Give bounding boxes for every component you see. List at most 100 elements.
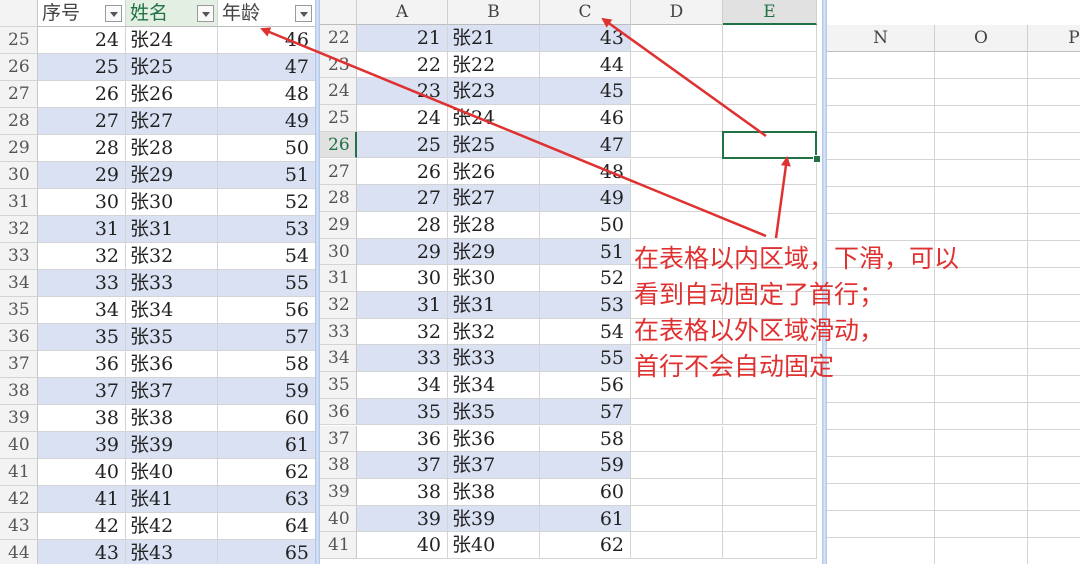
cell-b[interactable]: 张31	[448, 292, 540, 319]
cell-d[interactable]	[631, 505, 723, 533]
cell-b[interactable]: 张34	[448, 372, 540, 399]
cell-b[interactable]: 张39	[448, 505, 540, 533]
cell-b[interactable]: 张29	[448, 238, 540, 266]
cell-name[interactable]: 张27	[126, 108, 218, 135]
cell-name[interactable]: 张25	[126, 54, 218, 81]
cell-seq[interactable]: 40	[38, 459, 126, 486]
cell-name[interactable]: 张41	[126, 486, 218, 513]
column-header-corner[interactable]	[320, 0, 357, 25]
cell-c[interactable]: 48	[540, 158, 631, 186]
cell-e[interactable]	[723, 505, 817, 533]
cell-d[interactable]	[631, 211, 723, 239]
row-number[interactable]: 34	[320, 345, 357, 373]
fill-handle[interactable]	[813, 154, 821, 163]
cell-c[interactable]: 49	[540, 185, 631, 212]
cell-name[interactable]: 张38	[126, 405, 218, 432]
empty-cell[interactable]	[827, 214, 935, 241]
filter-dropdown-seq-header[interactable]	[105, 5, 122, 22]
cell-a[interactable]: 36	[357, 425, 448, 453]
cell-a[interactable]: 27	[357, 185, 448, 212]
empty-cell[interactable]	[1028, 160, 1080, 187]
cell-c[interactable]: 60	[540, 478, 631, 506]
empty-cell[interactable]	[935, 52, 1028, 79]
row-number[interactable]: 32	[320, 292, 357, 319]
empty-cell[interactable]	[1028, 268, 1080, 295]
cell-name[interactable]: 张35	[126, 324, 218, 351]
row-number[interactable]: 36	[0, 324, 38, 351]
empty-cell[interactable]	[1028, 484, 1080, 511]
cell-d[interactable]	[631, 158, 723, 186]
cell-e[interactable]	[723, 158, 817, 186]
cell-c[interactable]: 61	[540, 505, 631, 533]
row-number[interactable]: 42	[0, 486, 38, 513]
row-number[interactable]: 27	[320, 158, 357, 186]
empty-cell[interactable]	[1028, 349, 1080, 376]
cell-age[interactable]: 56	[218, 297, 316, 324]
row-number[interactable]: 31	[320, 265, 357, 292]
empty-cell[interactable]	[935, 538, 1028, 564]
row-number[interactable]: 33	[0, 243, 38, 270]
cell-c[interactable]: 46	[540, 105, 631, 132]
empty-cell[interactable]	[827, 538, 935, 564]
empty-cell[interactable]	[935, 160, 1028, 187]
cell-e[interactable]	[723, 25, 817, 52]
cell-d[interactable]	[631, 25, 723, 52]
column-header-a[interactable]: A	[357, 0, 448, 25]
row-number[interactable]: 26	[0, 54, 38, 81]
cell-seq[interactable]: 43	[38, 540, 126, 564]
empty-cell[interactable]	[935, 430, 1028, 457]
cell-c[interactable]: 44	[540, 51, 631, 79]
cell-c[interactable]: 50	[540, 211, 631, 239]
empty-cell[interactable]	[827, 160, 935, 187]
cell-b[interactable]: 张23	[448, 78, 540, 106]
cell-c[interactable]: 54	[540, 318, 631, 346]
cell-age[interactable]: 62	[218, 459, 316, 486]
cell-b[interactable]: 张36	[448, 425, 540, 453]
empty-cell[interactable]	[935, 403, 1028, 430]
empty-cell[interactable]	[1028, 376, 1080, 403]
cell-e[interactable]	[723, 211, 817, 239]
row-number[interactable]: 37	[0, 351, 38, 378]
cell-c[interactable]: 47	[540, 131, 631, 159]
cell-name[interactable]: 张43	[126, 540, 218, 564]
cell-c[interactable]: 62	[540, 532, 631, 559]
cell-seq[interactable]: 33	[38, 270, 126, 297]
cell-a[interactable]: 31	[357, 292, 448, 319]
cell-name[interactable]: 张32	[126, 243, 218, 270]
cell-b[interactable]: 张37	[448, 452, 540, 479]
cell-age[interactable]: 65	[218, 540, 316, 564]
cell-a[interactable]: 39	[357, 505, 448, 533]
row-number[interactable]: 26	[320, 131, 357, 159]
cell-seq[interactable]: 35	[38, 324, 126, 351]
empty-cell[interactable]	[1028, 133, 1080, 160]
column-header-p[interactable]: P	[1028, 25, 1080, 52]
cell-d[interactable]	[631, 398, 723, 426]
cell-age[interactable]: 50	[218, 135, 316, 162]
empty-cell[interactable]	[1028, 511, 1080, 538]
cell-age[interactable]: 53	[218, 216, 316, 243]
empty-cell[interactable]	[827, 403, 935, 430]
cell-seq[interactable]: 28	[38, 135, 126, 162]
cell-e[interactable]	[723, 398, 817, 426]
cell-d[interactable]	[631, 452, 723, 479]
row-number[interactable]: 22	[320, 25, 357, 52]
cell-a[interactable]: 30	[357, 265, 448, 292]
cell-c[interactable]: 43	[540, 25, 631, 52]
cell-a[interactable]: 22	[357, 51, 448, 79]
cell-name[interactable]: 张40	[126, 459, 218, 486]
row-number[interactable]: 24	[320, 78, 357, 106]
cell-e[interactable]	[723, 51, 817, 79]
cell-seq[interactable]: 38	[38, 405, 126, 432]
cell-age[interactable]: 51	[218, 162, 316, 189]
cell-d[interactable]	[631, 532, 723, 559]
row-number[interactable]: 28	[0, 108, 38, 135]
row-number[interactable]: 38	[0, 378, 38, 405]
cell-age[interactable]: 48	[218, 81, 316, 108]
empty-cell[interactable]	[827, 187, 935, 214]
column-header-c[interactable]: C	[540, 0, 631, 25]
row-number[interactable]: 30	[0, 162, 38, 189]
cell-c[interactable]: 51	[540, 238, 631, 266]
empty-cell[interactable]	[827, 106, 935, 133]
cell-a[interactable]: 32	[357, 318, 448, 346]
cell-seq[interactable]: 39	[38, 432, 126, 459]
